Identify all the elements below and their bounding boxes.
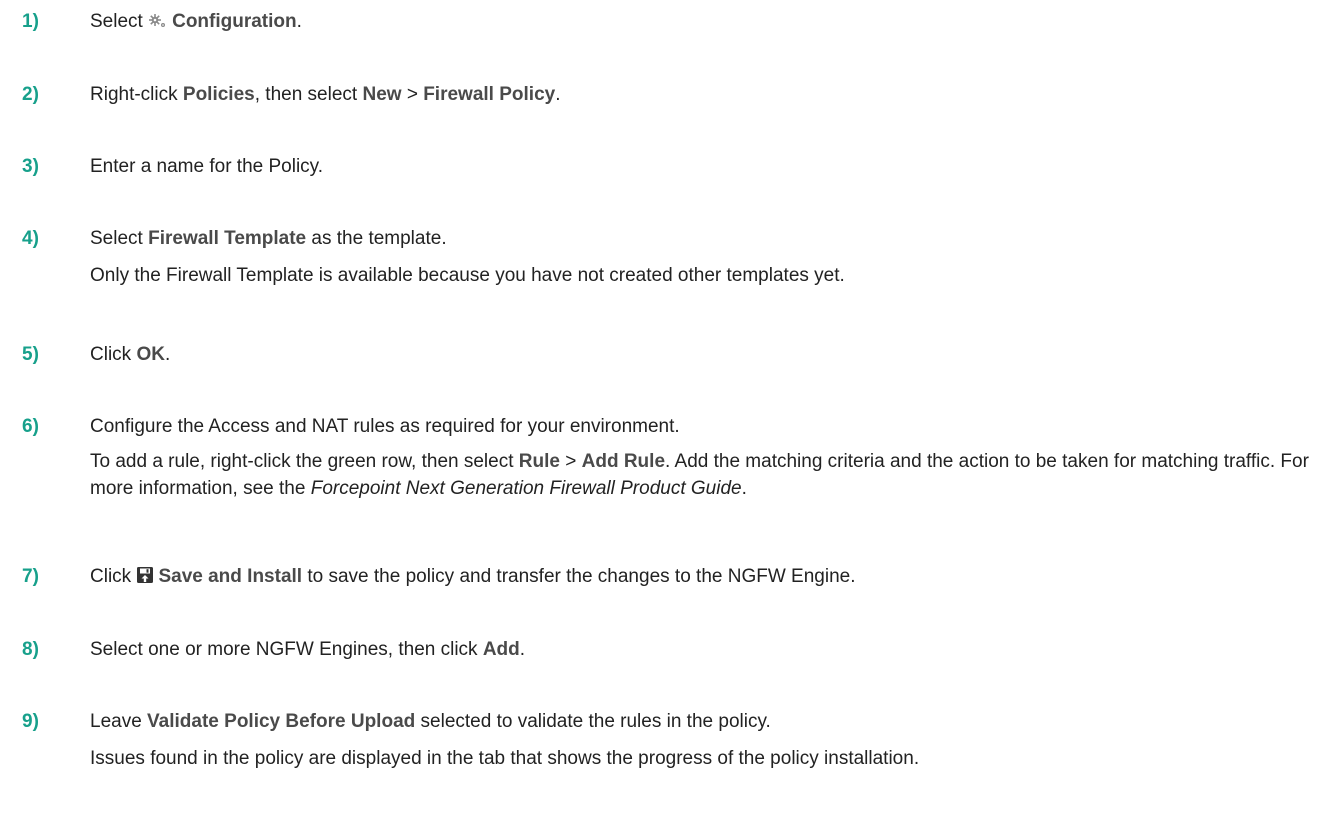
ui-term: Policies xyxy=(182,84,255,105)
step-number: 7) xyxy=(22,566,39,587)
step-number: 1) xyxy=(22,11,39,32)
step-number: 9) xyxy=(22,711,39,732)
text-segment: as the template. xyxy=(306,228,447,249)
ui-term: Add Rule xyxy=(581,451,666,472)
text-segment: selected to validate the rules in the po… xyxy=(415,711,771,732)
ui-term: Rule xyxy=(518,451,560,472)
step-content: Select Firewall Template as the template… xyxy=(90,222,1320,293)
text-segment: Click xyxy=(90,344,137,365)
step-content: Click Save and Install to save the polic… xyxy=(90,560,1320,596)
text-segment: . xyxy=(555,84,561,105)
text-segment: Click xyxy=(90,566,137,587)
step-content: Select Configuration. xyxy=(90,5,1320,41)
text-segment: Only the Firewall Template is available … xyxy=(90,265,845,286)
ui-term: New xyxy=(362,84,402,105)
text-segment: Leave xyxy=(90,711,148,732)
step-instruction: Click OK. xyxy=(90,338,1320,372)
text-segment: Select xyxy=(90,228,149,249)
step-number: 8) xyxy=(22,639,39,660)
text-segment: To add a rule, right-click the green row… xyxy=(90,451,519,472)
step-instruction: Configure the Access and NAT rules as re… xyxy=(90,410,1320,444)
step-instruction: Leave Validate Policy Before Upload sele… xyxy=(90,705,1320,739)
text-segment: . xyxy=(296,11,302,32)
step-content: Select one or more NGFW Engines, then cl… xyxy=(90,633,1320,667)
ui-term: Add xyxy=(482,639,520,660)
step-number: 3) xyxy=(22,156,39,177)
ui-term: OK xyxy=(136,344,165,365)
gear-icon xyxy=(148,7,168,41)
text-segment: > xyxy=(559,451,582,472)
ui-term: Firewall Template xyxy=(148,228,307,249)
step-content: Leave Validate Policy Before Upload sele… xyxy=(90,705,1320,776)
step-content: Right-click Policies, then select New > … xyxy=(90,78,1320,112)
step-content: Click OK. xyxy=(90,338,1320,372)
ui-term: Firewall Policy xyxy=(423,84,556,105)
step-instruction: Right-click Policies, then select New > … xyxy=(90,78,1320,112)
text-segment: Right-click xyxy=(90,84,183,105)
ui-term: Validate Policy Before Upload xyxy=(147,711,416,732)
text-segment: Configure the Access and NAT rules as re… xyxy=(90,416,680,437)
text-segment: . xyxy=(519,639,526,660)
step-content: Enter a name for the Policy. xyxy=(90,150,1320,184)
step-number: 4) xyxy=(22,228,39,249)
step-note: To add a rule, right-click the green row… xyxy=(90,448,1320,502)
text-segment: to save the policy and transfer the chan… xyxy=(302,566,856,587)
text-segment: . xyxy=(741,478,747,499)
step-instruction: Enter a name for the Policy. xyxy=(90,150,1320,184)
ui-term: Configuration xyxy=(172,11,297,32)
step-instruction: Select Firewall Template as the template… xyxy=(90,222,1320,256)
step-content: Configure the Access and NAT rules as re… xyxy=(90,410,1320,502)
step-number: 5) xyxy=(22,344,39,365)
text-segment: Enter a name for the Policy. xyxy=(90,156,324,177)
text-segment: Select xyxy=(90,11,149,32)
step-note: Only the Firewall Template is available … xyxy=(90,259,1320,293)
step-number: 2) xyxy=(22,84,39,105)
text-segment: > xyxy=(401,84,424,105)
doc-reference: Forcepoint Next Generation Firewall Prod… xyxy=(310,478,742,499)
save-install-icon xyxy=(136,562,154,596)
text-segment: , then select xyxy=(254,84,363,105)
step-instruction: Select one or more NGFW Engines, then cl… xyxy=(90,633,1320,667)
text-segment: Issues found in the policy are displayed… xyxy=(90,748,920,769)
step-number: 6) xyxy=(22,416,39,437)
step-instruction: Click Save and Install to save the polic… xyxy=(90,560,1320,596)
text-segment: . xyxy=(164,344,171,365)
text-segment: Select one or more NGFW Engines, then cl… xyxy=(90,639,483,660)
step-instruction: Select Configuration. xyxy=(90,5,1320,41)
step-note: Issues found in the policy are displayed… xyxy=(90,742,1320,776)
ui-term: Save and Install xyxy=(158,566,303,587)
